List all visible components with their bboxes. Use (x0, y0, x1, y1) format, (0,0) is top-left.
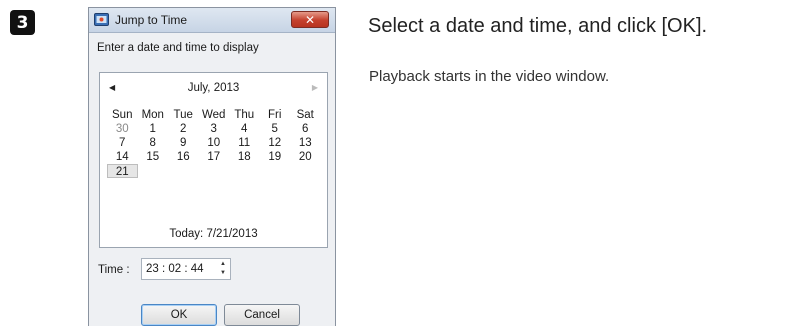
weekday-header: Thu (234, 109, 255, 121)
calendar-day[interactable]: 8 (138, 136, 169, 150)
weekday-header: Sun (112, 109, 133, 121)
jump-to-time-dialog: Jump to Time ✕ Enter a date and time to … (88, 7, 336, 326)
calendar-week-row: 30 1 2 3 4 5 6 (107, 122, 321, 136)
calendar-day[interactable]: 3 (199, 122, 230, 136)
close-button[interactable]: ✕ (291, 11, 329, 28)
today-link[interactable]: Today: 7/21/2013 (100, 228, 327, 240)
calendar-day[interactable]: 18 (229, 150, 260, 164)
spin-down-icon[interactable]: ▼ (219, 269, 227, 278)
dialog-prompt: Enter a date and time to display (97, 42, 259, 54)
calendar-day[interactable]: 7 (107, 136, 138, 150)
weekday-header: Wed (202, 109, 226, 121)
dialog-titlebar[interactable]: Jump to Time ✕ (89, 8, 335, 33)
weekday-header: Mon (141, 109, 164, 121)
calendar-day[interactable]: 19 (260, 150, 291, 164)
instruction-title: Select a date and time, and click [OK]. (368, 15, 708, 37)
calendar-day[interactable]: 10 (199, 136, 230, 150)
cancel-button[interactable]: Cancel (224, 304, 300, 326)
calendar-day-selected[interactable]: 21 (107, 164, 138, 178)
weekday-header: Fri (268, 109, 282, 121)
calendar-week-row: 7 8 9 10 11 12 13 (107, 136, 321, 150)
weekday-header: Tue (173, 109, 193, 121)
time-label: Time : (98, 264, 130, 276)
ok-button[interactable]: OK (141, 304, 217, 326)
time-spinner[interactable]: ▲ ▼ (219, 260, 227, 278)
calendar-day[interactable]: 1 (138, 122, 169, 136)
calendar-week-row: 14 15 16 17 18 19 20 (107, 150, 321, 164)
time-input[interactable]: 23 : 02 : 44 ▲ ▼ (141, 258, 231, 280)
calendar-day[interactable]: 15 (138, 150, 169, 164)
calendar-day[interactable]: 14 (107, 150, 138, 164)
calendar-day[interactable]: 11 (229, 136, 260, 150)
dialog-title: Jump to Time (115, 13, 188, 27)
calendar-month-title[interactable]: July, 2013 (100, 82, 327, 94)
calendar-day[interactable]: 30 (107, 122, 138, 136)
calendar-day[interactable]: 5 (260, 122, 291, 136)
calendar-day[interactable]: 2 (168, 122, 199, 136)
calendar-day[interactable]: 20 (290, 150, 321, 164)
weekday-header: Sat (296, 109, 314, 121)
close-icon: ✕ (304, 12, 316, 27)
calendar-day[interactable]: 13 (290, 136, 321, 150)
spin-up-icon[interactable]: ▲ (219, 260, 227, 269)
instruction-subtitle: Playback starts in the video window. (369, 68, 610, 85)
time-value[interactable]: 23 : 02 : 44 (146, 263, 204, 275)
app-icon (94, 13, 109, 26)
calendar-week-row: 21 (107, 164, 321, 178)
calendar-day[interactable]: 9 (168, 136, 199, 150)
weekday-header-row: Sun Mon Tue Wed Thu Fri Sat (107, 108, 321, 122)
calendar-grid: Sun Mon Tue Wed Thu Fri Sat 30 1 2 3 4 5… (107, 108, 321, 178)
calendar-day[interactable]: 6 (290, 122, 321, 136)
calendar-day[interactable]: 12 (260, 136, 291, 150)
calendar-day[interactable]: 17 (199, 150, 230, 164)
step-number-badge: 3 (10, 10, 35, 35)
next-month-arrow-icon[interactable]: ▶ (312, 83, 318, 92)
calendar-day[interactable]: 4 (229, 122, 260, 136)
calendar: ◀ July, 2013 ▶ Sun Mon Tue Wed Thu Fri S… (99, 72, 328, 248)
calendar-day[interactable]: 16 (168, 150, 199, 164)
